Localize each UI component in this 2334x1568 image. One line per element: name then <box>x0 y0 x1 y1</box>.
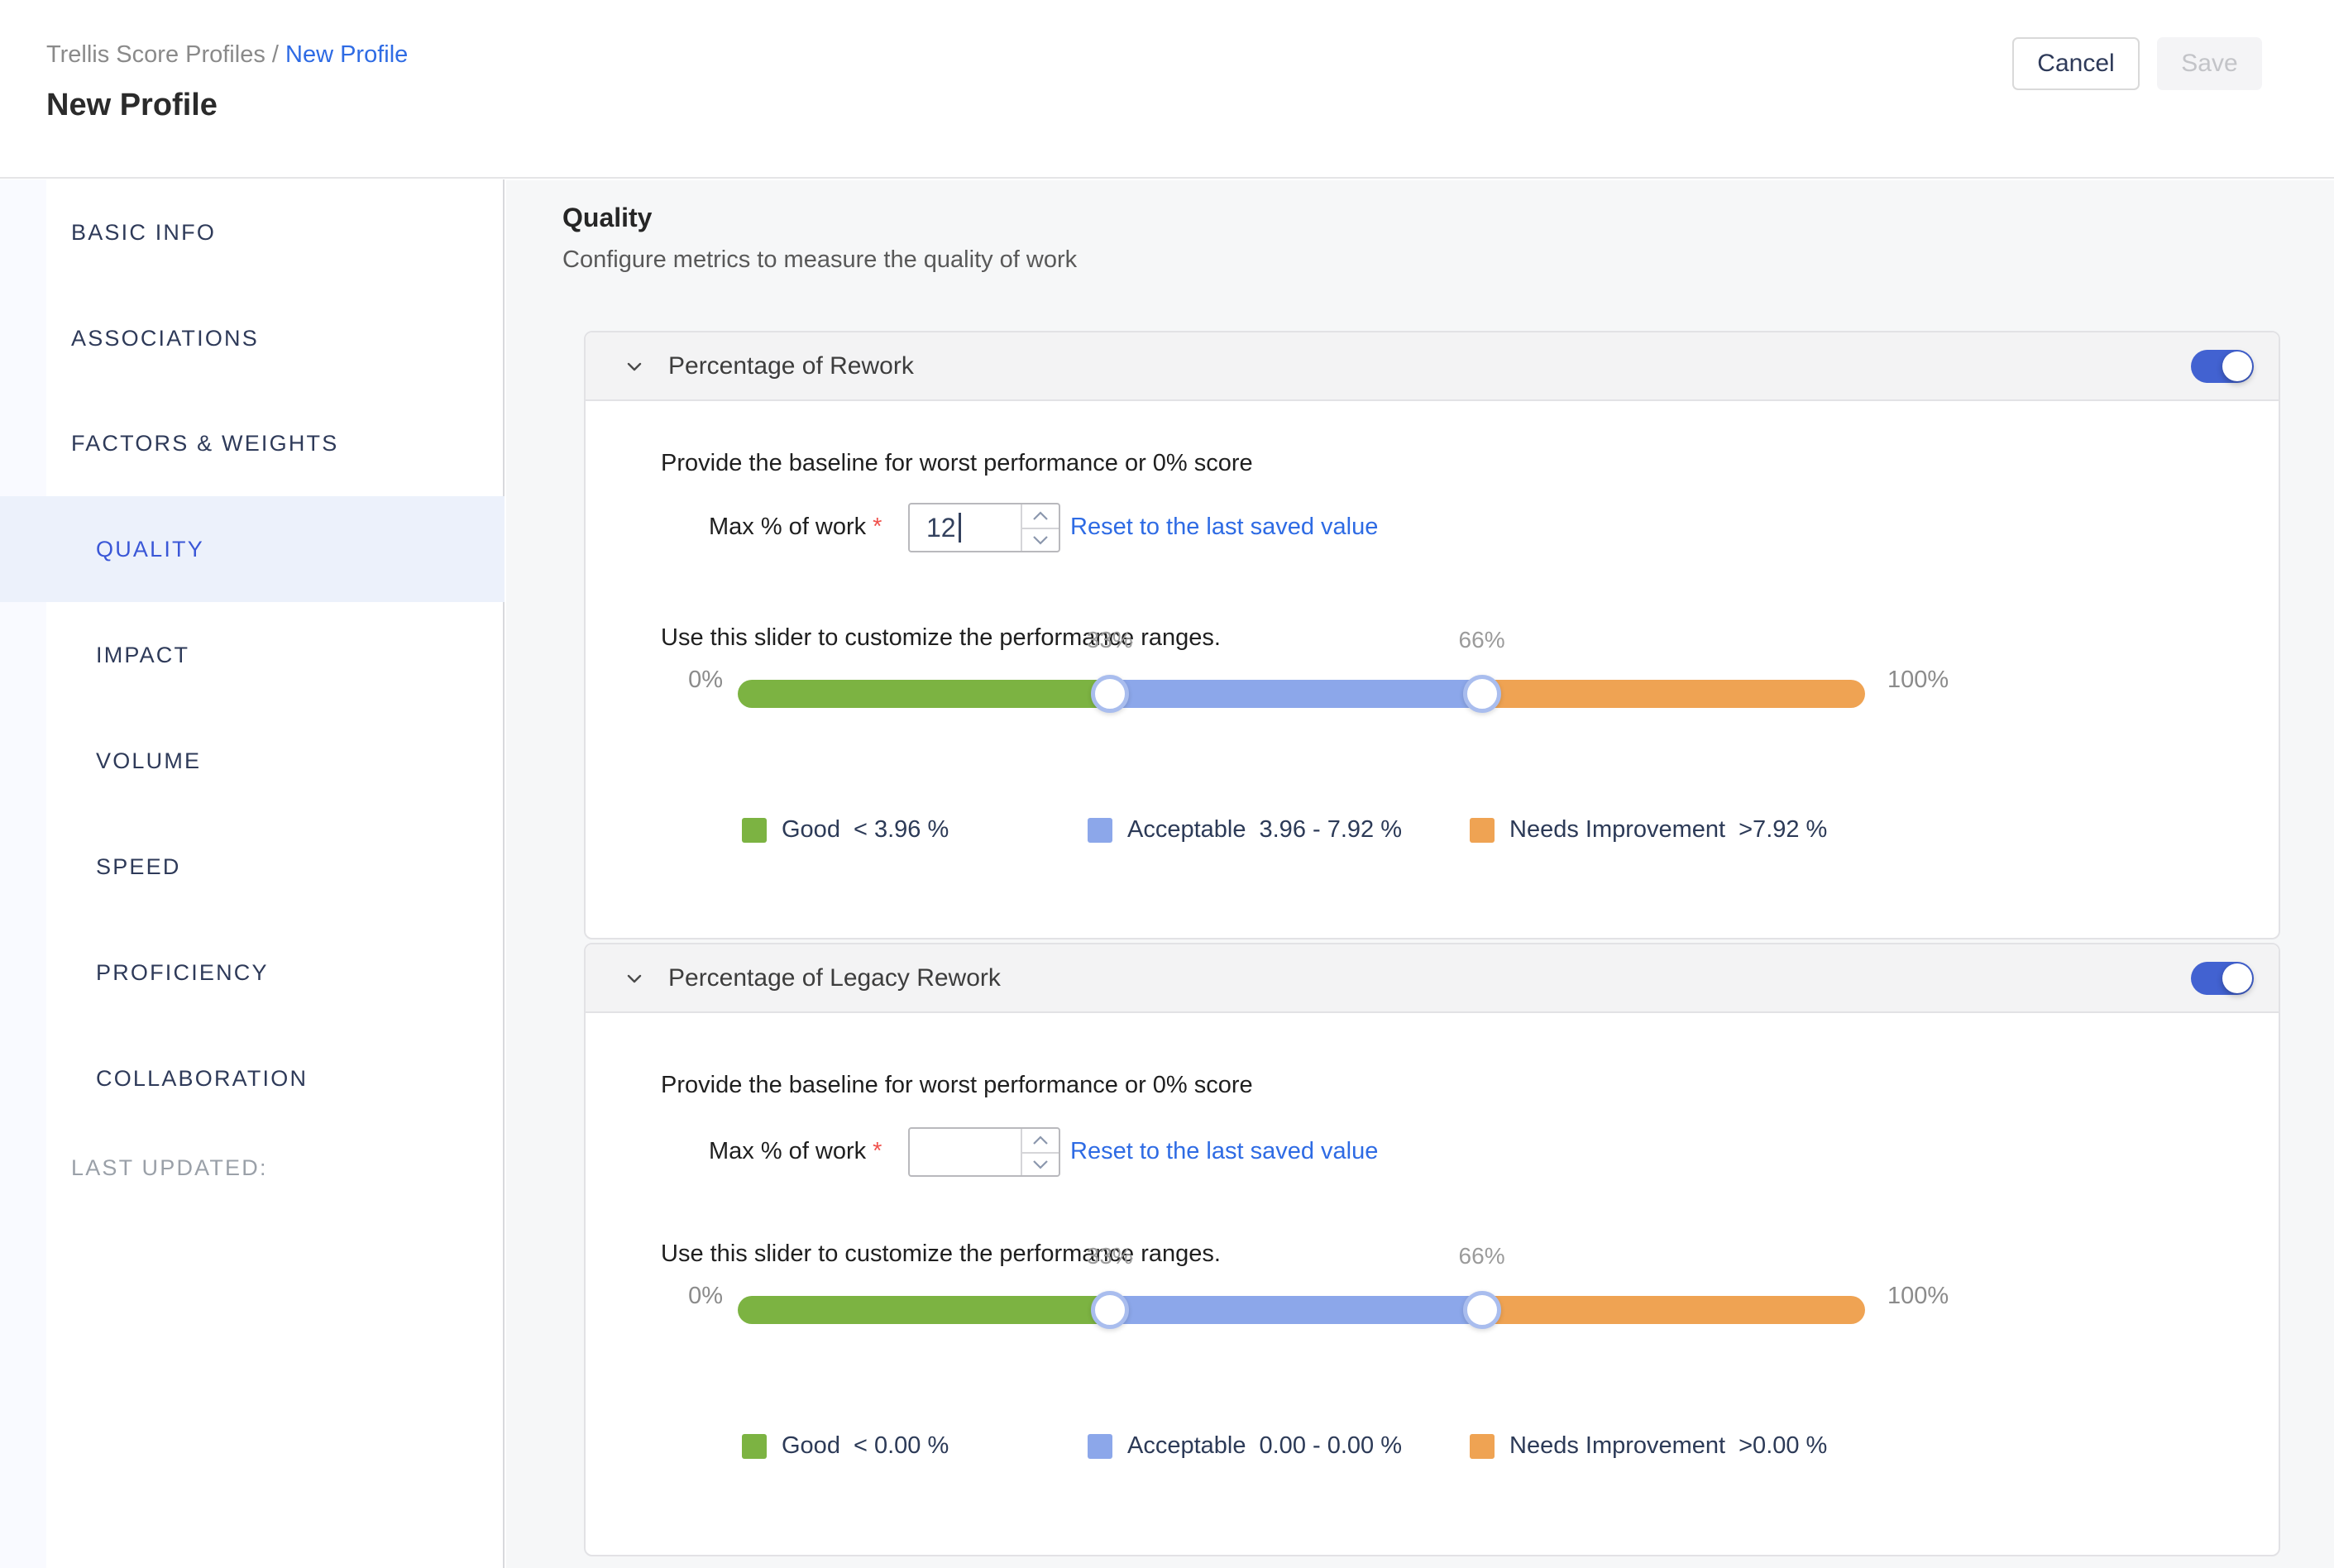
card-header[interactable]: Percentage of Legacy Rework <box>586 944 2279 1013</box>
slider-handle-high[interactable] <box>1463 675 1501 713</box>
section-subtitle: Configure metrics to measure the quality… <box>562 246 1077 274</box>
slider-handle-low-label: 33% <box>1060 1243 1160 1269</box>
slider-track[interactable] <box>738 1296 1865 1324</box>
acceptable-swatch <box>1088 818 1112 843</box>
trellis-profile-page: Trellis Score Profiles / New Profile New… <box>0 0 2334 1568</box>
legend-needs-improvement: Needs Improvement>7.92 % <box>1470 816 1827 844</box>
slider-segment-acceptable <box>1110 1296 1482 1324</box>
max-percent-input[interactable]: 12 <box>908 503 1060 552</box>
enable-metric-toggle[interactable] <box>2191 350 2254 383</box>
good-swatch <box>742 818 767 843</box>
toggle-knob <box>2222 351 2252 381</box>
sidebar-item-collaboration[interactable]: COLLABORATION <box>0 1025 505 1131</box>
chevron-down-icon[interactable] <box>622 966 647 991</box>
card-header[interactable]: Percentage of Rework <box>586 332 2279 401</box>
legend-needs-improvement: Needs Improvement>0.00 % <box>1470 1432 1827 1460</box>
breadcrumb-root[interactable]: Trellis Score Profiles <box>46 41 265 68</box>
toggle-knob <box>2222 963 2252 993</box>
reset-link[interactable]: Reset to the last saved value <box>1070 510 1378 543</box>
performance-range-slider: 33% 66% <box>738 1243 1865 1342</box>
max-percent-input[interactable] <box>908 1127 1060 1177</box>
slider-handle-low[interactable] <box>1091 675 1129 713</box>
max-percent-label: Max % of work* <box>709 510 882 543</box>
breadcrumb: Trellis Score Profiles / New Profile <box>46 41 408 69</box>
card-title: Percentage of Rework <box>668 352 914 380</box>
slider-handle-low[interactable] <box>1091 1291 1129 1329</box>
legend-good: Good< 3.96 % <box>742 816 949 844</box>
performance-range-slider: 33% 66% <box>738 627 1865 726</box>
slider-max-label: 100% <box>1887 663 1949 696</box>
reset-link[interactable]: Reset to the last saved value <box>1070 1135 1378 1168</box>
metric-card-percentage-of-rework: Percentage of Rework Provide the baselin… <box>584 331 2280 939</box>
slider-min-label: 0% <box>685 663 723 696</box>
breadcrumb-separator: / <box>265 41 285 68</box>
sidebar-item-speed[interactable]: SPEED <box>0 814 505 920</box>
spinner-up-icon[interactable] <box>1022 504 1059 528</box>
sidebar-item-impact[interactable]: IMPACT <box>0 602 505 708</box>
text-caret <box>959 513 961 543</box>
slider-handle-high[interactable] <box>1463 1291 1501 1329</box>
legend-good: Good< 0.00 % <box>742 1432 949 1460</box>
sidebar-item-proficiency[interactable]: PROFICIENCY <box>0 920 505 1025</box>
max-percent-label: Max % of work* <box>709 1135 882 1168</box>
enable-metric-toggle[interactable] <box>2191 962 2254 995</box>
sidebar-item-factors-weights[interactable]: FACTORS & WEIGHTS <box>0 390 505 496</box>
slider-segment-needs-improvement <box>1482 1296 1865 1324</box>
spinner-down-icon[interactable] <box>1022 528 1059 551</box>
sidebar-item-volume[interactable]: VOLUME <box>0 708 505 814</box>
slider-segment-needs-improvement <box>1482 680 1865 708</box>
slider-segment-good <box>738 1296 1110 1324</box>
save-button[interactable]: Save <box>2157 37 2262 90</box>
last-updated-label: LAST UPDATED: <box>71 1155 268 1181</box>
sidebar-item-quality[interactable]: QUALITY <box>0 496 505 602</box>
sidebar: BASIC INFO ASSOCIATIONS FACTORS & WEIGHT… <box>0 179 505 1568</box>
legend-acceptable: Acceptable0.00 - 0.00 % <box>1088 1432 1402 1460</box>
required-asterisk: * <box>873 514 882 540</box>
good-swatch <box>742 1434 767 1459</box>
number-spinner <box>1021 504 1059 551</box>
slider-handle-high-label: 66% <box>1432 1243 1532 1269</box>
slider-track[interactable] <box>738 680 1865 708</box>
section-title: Quality <box>562 203 652 233</box>
baseline-instruction: Provide the baseline for worst performan… <box>661 447 1253 480</box>
chevron-down-icon[interactable] <box>622 354 647 379</box>
page-title: New Profile <box>46 88 218 123</box>
required-asterisk: * <box>873 1138 882 1164</box>
slider-min-label: 0% <box>685 1279 723 1312</box>
needs-improvement-swatch <box>1470 818 1495 843</box>
sidebar-item-associations[interactable]: ASSOCIATIONS <box>0 285 505 391</box>
slider-handle-high-label: 66% <box>1432 627 1532 653</box>
breadcrumb-current[interactable]: New Profile <box>285 41 408 68</box>
sidebar-item-basic-info[interactable]: BASIC INFO <box>0 179 505 285</box>
cancel-button[interactable]: Cancel <box>2012 37 2140 90</box>
metric-card-percentage-of-legacy-rework: Percentage of Legacy Rework Provide the … <box>584 943 2280 1556</box>
max-percent-value: 12 <box>926 513 961 543</box>
baseline-instruction: Provide the baseline for worst performan… <box>661 1068 1253 1102</box>
page-header: Trellis Score Profiles / New Profile New… <box>0 0 2334 179</box>
main-pane: Quality Configure metrics to measure the… <box>506 180 2334 1568</box>
card-title: Percentage of Legacy Rework <box>668 964 1001 992</box>
slider-segment-acceptable <box>1110 680 1482 708</box>
legend-acceptable: Acceptable3.96 - 7.92 % <box>1088 816 1402 844</box>
slider-segment-good <box>738 680 1110 708</box>
slider-max-label: 100% <box>1887 1279 1949 1312</box>
spinner-up-icon[interactable] <box>1022 1129 1059 1152</box>
number-spinner <box>1021 1129 1059 1175</box>
acceptable-swatch <box>1088 1434 1112 1459</box>
slider-handle-low-label: 33% <box>1060 627 1160 653</box>
spinner-down-icon[interactable] <box>1022 1152 1059 1175</box>
needs-improvement-swatch <box>1470 1434 1495 1459</box>
